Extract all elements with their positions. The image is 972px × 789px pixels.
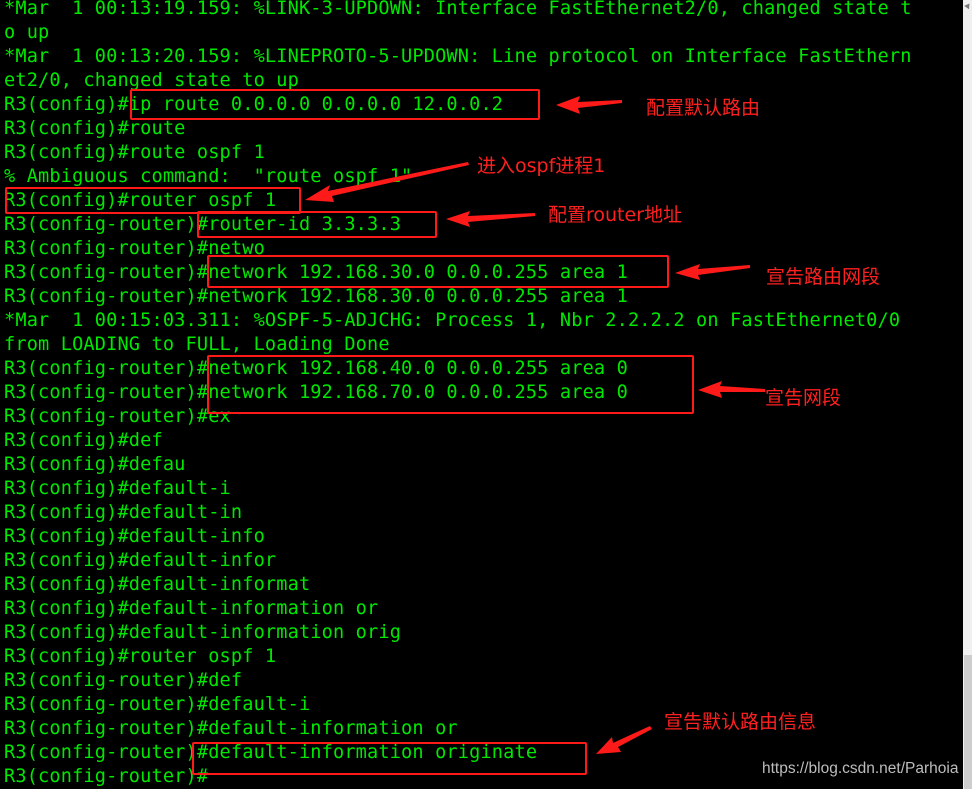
highlight-box-default-route <box>130 89 540 120</box>
terminal-line: R3(config)#def <box>4 430 163 451</box>
terminal-line: R3(config)#default-in <box>4 502 243 523</box>
resize-grip-icon <box>964 1 972 10</box>
terminal-line: R3(config-router)#default-information or <box>4 718 458 739</box>
highlight-box-router-id <box>197 211 437 238</box>
highlight-box-network-area0 <box>207 355 694 414</box>
terminal-line: R3(config)#default-information orig <box>4 622 402 643</box>
terminal-line: R3(config)#default-information or <box>4 598 379 619</box>
terminal-line: R3(config)#route ospf 1 <box>4 142 265 163</box>
terminal-line: R3(config)#default-infor <box>4 550 277 571</box>
watermark: https://blog.csdn.net/Parhoia <box>762 760 959 777</box>
terminal-line: R3(config)#router ospf 1 <box>4 646 277 667</box>
highlight-box-router-ospf <box>5 187 301 214</box>
terminal-prompt-line[interactable]: R3(config-router)# <box>4 765 208 789</box>
terminal-line: *Mar 1 00:13:20.159: %LINEPROTO-5-UPDOWN… <box>4 46 912 67</box>
annotation-advertise-default-info: 宣告默认路由信息 <box>664 711 817 733</box>
terminal-line: R3(config)#defau <box>4 454 186 475</box>
terminal-line: R3(config-router)#ex <box>4 406 231 427</box>
terminal-line: R3(config-router)#default-i <box>4 694 311 715</box>
terminal-line: *Mar 1 00:13:19.159: %LINK-3-UPDOWN: Int… <box>4 0 912 19</box>
terminal-line: R3(config)#route <box>4 118 186 139</box>
vertical-scrollbar[interactable] <box>963 0 972 789</box>
terminal-line: R3(config-router)#def <box>4 670 243 691</box>
highlight-box-default-originate <box>192 742 587 775</box>
highlight-box-network-area1 <box>207 255 669 288</box>
annotation-advertise-segment: 宣告网段 <box>765 387 842 409</box>
annotation-enter-ospf: 进入ospf进程1 <box>477 155 606 177</box>
scrollbar-thumb[interactable] <box>964 655 972 789</box>
terminal-line: o up <box>4 22 50 43</box>
terminal-line: R3(config)#default-informat <box>4 574 311 595</box>
annotation-advertise-route-segment: 宣告路由网段 <box>766 266 881 288</box>
terminal-line: from LOADING to FULL, Loading Done <box>4 334 390 355</box>
annotation-default-route: 配置默认路由 <box>646 97 761 119</box>
terminal-line: *Mar 1 00:15:03.311: %OSPF-5-ADJCHG: Pro… <box>4 310 901 331</box>
terminal-line: R3(config-router)#network 192.168.30.0 0… <box>4 286 628 307</box>
annotation-router-id: 配置router地址 <box>548 204 683 226</box>
terminal-line: R3(config)#default-i <box>4 478 231 499</box>
terminal-line: R3(config)#default-info <box>4 526 265 547</box>
terminal-line: % Ambiguous command: "route ospf 1" <box>4 166 413 187</box>
